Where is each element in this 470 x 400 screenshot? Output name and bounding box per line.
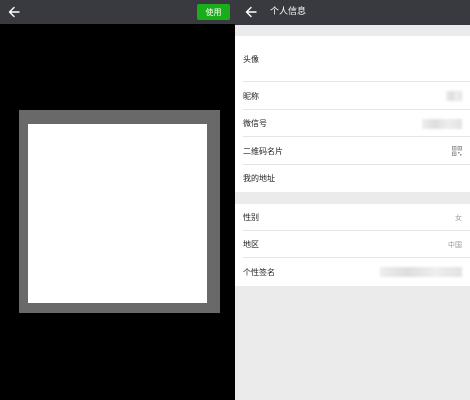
row-label: 性别: [243, 213, 259, 222]
avatar-crop-screen: 使用: [0, 0, 235, 400]
profile-group-basic: 头像 昵称 微信号 二维码名片 我的地址: [235, 36, 470, 192]
row-label: 我的地址: [243, 174, 275, 183]
personal-info-screen: 个人信息 头像 昵称 微信号 二维码名片 我的地址 性别 女 地区 中国 个性签…: [235, 0, 470, 400]
row-label: 微信号: [243, 119, 267, 128]
qr-code-icon: [452, 146, 462, 156]
row-region[interactable]: 地区 中国: [235, 231, 470, 258]
blurred-value: [380, 267, 462, 277]
row-signature[interactable]: 个性签名: [235, 258, 470, 286]
use-button[interactable]: 使用: [197, 4, 230, 20]
arrow-left-icon: [8, 6, 20, 18]
row-label: 地区: [243, 240, 259, 249]
screenshot: 使用 个人信息 头像 昵称 微信号 二维码名片 我的地址 性别 女 地区 中国 …: [0, 0, 470, 400]
profile-group-more: 性别 女 地区 中国 个性签名: [235, 204, 470, 286]
blurred-value: [422, 118, 462, 129]
row-gender[interactable]: 性别 女: [235, 204, 470, 231]
crop-image-preview: [28, 124, 207, 303]
page-title: 个人信息: [270, 7, 307, 17]
back-button[interactable]: [4, 2, 24, 22]
row-label: 头像: [243, 54, 259, 64]
row-wechat-id[interactable]: 微信号: [235, 110, 470, 137]
row-label: 个性签名: [243, 267, 275, 277]
profile-toolbar: 个人信息: [235, 0, 470, 25]
row-label: 二维码名片: [243, 146, 283, 156]
region-value: 中国: [448, 240, 462, 249]
row-nickname[interactable]: 昵称: [235, 82, 470, 110]
blurred-value: [446, 91, 462, 101]
arrow-left-icon: [245, 6, 257, 18]
row-qr-card[interactable]: 二维码名片: [235, 137, 470, 165]
gender-value: 女: [455, 213, 462, 222]
row-avatar[interactable]: 头像: [235, 36, 470, 82]
crop-toolbar: 使用: [0, 0, 235, 24]
back-button[interactable]: [241, 2, 261, 22]
row-label: 昵称: [243, 91, 259, 101]
row-my-address[interactable]: 我的地址: [235, 165, 470, 192]
